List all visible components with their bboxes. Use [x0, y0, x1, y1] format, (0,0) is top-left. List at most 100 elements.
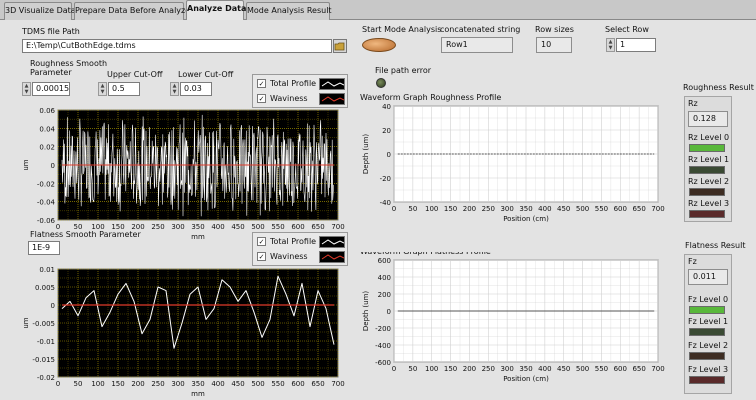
- x-tick-label: 200: [463, 205, 476, 213]
- flatness-result-box: Fz 0.011 Fz Level 0 Fz Level 1 Fz Level …: [684, 254, 732, 394]
- legend-waviness-label: Waviness: [270, 94, 308, 103]
- y-tick-label: -0.02: [37, 374, 55, 382]
- y-axis-label: um: [22, 317, 30, 328]
- x-tick-label: 250: [482, 205, 495, 213]
- x-tick-label: 300: [171, 223, 184, 231]
- total2-checkbox[interactable]: ✓: [257, 237, 266, 246]
- x-tick-label: 100: [425, 365, 438, 373]
- x-tick-label: 0: [392, 205, 396, 213]
- y-tick-label: 0: [51, 302, 55, 310]
- select-row-spinner[interactable]: ▲ ▼: [606, 38, 615, 52]
- browse-folder-button[interactable]: [333, 39, 347, 53]
- y-axis-label: Depth (um): [362, 291, 370, 332]
- roughness-profile-graph: Waveform Graph Roughness Profile 0 50 100 15…: [360, 93, 665, 222]
- start-mode-button[interactable]: [362, 38, 396, 52]
- legend-total-label: Total Profile: [270, 79, 317, 88]
- fz-label: Fz: [688, 257, 697, 266]
- x-tick-label: 350: [519, 365, 532, 373]
- analyze-panel: TDMS file Path E:\Temp\CutBothEdge.tdms …: [0, 20, 756, 400]
- y-tick-label: 20: [382, 127, 391, 135]
- x-tick-label: 400: [538, 365, 551, 373]
- flatness-smooth-label: Flatness Smooth Parameter: [30, 230, 141, 239]
- rz-level1-label: Rz Level 1: [688, 155, 730, 164]
- fz-value-indicator: 0.011: [688, 269, 728, 285]
- fz-level3-led: [689, 376, 725, 384]
- y-tick-label: 0: [387, 151, 391, 159]
- x-tick-label: 50: [408, 205, 417, 213]
- rz-level1-led: [689, 166, 725, 174]
- y-tick-label: 600: [378, 257, 391, 265]
- y-tick-label: -40: [380, 199, 391, 207]
- x-tick-label: 650: [632, 205, 645, 213]
- tab-3d-visualize[interactable]: 3D Visualize Data: [4, 2, 76, 20]
- y-tick-label: -0.005: [32, 320, 55, 328]
- roughness-result-box: Rz 0.128 Rz Level 0 Rz Level 1 Rz Level …: [684, 96, 732, 222]
- x-tick-label: 550: [271, 223, 284, 231]
- x-tick-label: 700: [651, 365, 664, 373]
- x-tick-label: 250: [151, 223, 164, 231]
- chart-title: Waveform Graph Roughness Profile: [360, 93, 501, 102]
- flatness-result-title: Flatness Result: [685, 241, 746, 250]
- total-checkbox[interactable]: ✓: [257, 79, 266, 88]
- total-plot-swatch[interactable]: [319, 78, 345, 90]
- flatness-profile-graph: Waveform Graph Flatness Profile 0 50 100 150…: [360, 252, 665, 383]
- fz-level1-label: Fz Level 1: [688, 317, 729, 326]
- legend-waviness-row[interactable]: ✓ Waviness: [257, 92, 345, 106]
- waviness2-plot-swatch[interactable]: [319, 251, 345, 263]
- upper-cutoff-input[interactable]: 0.5: [108, 82, 140, 96]
- tab-prepare-data[interactable]: Prepare Data Before Analyze: [74, 2, 190, 20]
- concat-label: concatenated string: [440, 25, 521, 34]
- lower-cutoff-input[interactable]: 0.03: [180, 82, 212, 96]
- x-tick-label: 450: [557, 205, 570, 213]
- upper-cutoff-label: Upper Cut-Off: [107, 70, 163, 79]
- lower-cutoff-spinner[interactable]: ▲ ▼: [170, 82, 179, 96]
- x-tick-label: 600: [614, 205, 627, 213]
- x-tick-label: 350: [191, 380, 204, 388]
- y-tick-label: 400: [378, 274, 391, 282]
- legend2-waviness-row[interactable]: ✓ Waviness: [257, 250, 345, 264]
- upper-cutoff-spinner[interactable]: ▲ ▼: [98, 82, 107, 96]
- total2-plot-swatch[interactable]: [319, 236, 345, 248]
- y-axis-label: Depth (um): [362, 134, 370, 175]
- y-tick-label: 0.04: [39, 125, 55, 133]
- tab-mode-analysis-result[interactable]: Mode Analysis Result: [246, 2, 332, 20]
- waviness2-checkbox[interactable]: ✓: [257, 252, 266, 261]
- x-tick-label: 150: [111, 380, 124, 388]
- x-tick-label: 450: [231, 223, 244, 231]
- file-error-led: [376, 78, 386, 88]
- y-tick-label: 40: [382, 103, 391, 111]
- legend2-waviness-label: Waviness: [270, 252, 308, 261]
- x-tick-label: 400: [211, 223, 224, 231]
- roughness-smooth-label: Roughness Smooth Parameter: [30, 59, 108, 77]
- tab-analyze-data[interactable]: Analyze Data: [186, 0, 246, 21]
- fz-level3-label: Fz Level 3: [688, 365, 729, 374]
- legend2-total-row[interactable]: ✓ Total Profile: [257, 235, 345, 249]
- roughness-smooth-spinner[interactable]: ▲ ▼: [22, 82, 31, 96]
- select-row-input[interactable]: 1: [616, 38, 656, 52]
- roughness-legend: ✓ Total Profile ✓ Waviness: [252, 74, 348, 108]
- waviness-checkbox[interactable]: ✓: [257, 94, 266, 103]
- y-tick-label: 0.005: [35, 284, 55, 292]
- y-tick-label: 0: [51, 162, 55, 170]
- select-row-label: Select Row: [605, 25, 649, 34]
- file-error-label: File path error: [375, 66, 432, 75]
- waviness-plot-swatch[interactable]: [319, 93, 345, 105]
- lower-cutoff-label: Lower Cut-Off: [178, 70, 234, 79]
- y-tick-label: -200: [375, 325, 391, 333]
- x-tick-label: 500: [576, 205, 589, 213]
- rz-level2-label: Rz Level 2: [688, 177, 730, 186]
- x-axis-label: mm: [191, 390, 205, 398]
- tab-bar: 3D Visualize Data Prepare Data Before An…: [0, 0, 756, 21]
- tdms-path-input[interactable]: E:\Temp\CutBothEdge.tdms: [22, 39, 332, 53]
- rz-level0-label: Rz Level 0: [688, 133, 730, 142]
- x-tick-label: 550: [595, 365, 608, 373]
- tdms-label: TDMS file Path: [22, 27, 80, 36]
- legend2-total-label: Total Profile: [270, 237, 317, 246]
- x-tick-label: 550: [595, 205, 608, 213]
- flatness-smooth-input[interactable]: 1E-9: [28, 241, 60, 255]
- x-tick-label: 450: [231, 380, 244, 388]
- x-tick-label: 350: [191, 223, 204, 231]
- roughness-smooth-input[interactable]: 0.00015: [32, 82, 70, 96]
- flatness-legend: ✓ Total Profile ✓ Waviness: [252, 232, 348, 266]
- legend-total-row[interactable]: ✓ Total Profile: [257, 77, 345, 91]
